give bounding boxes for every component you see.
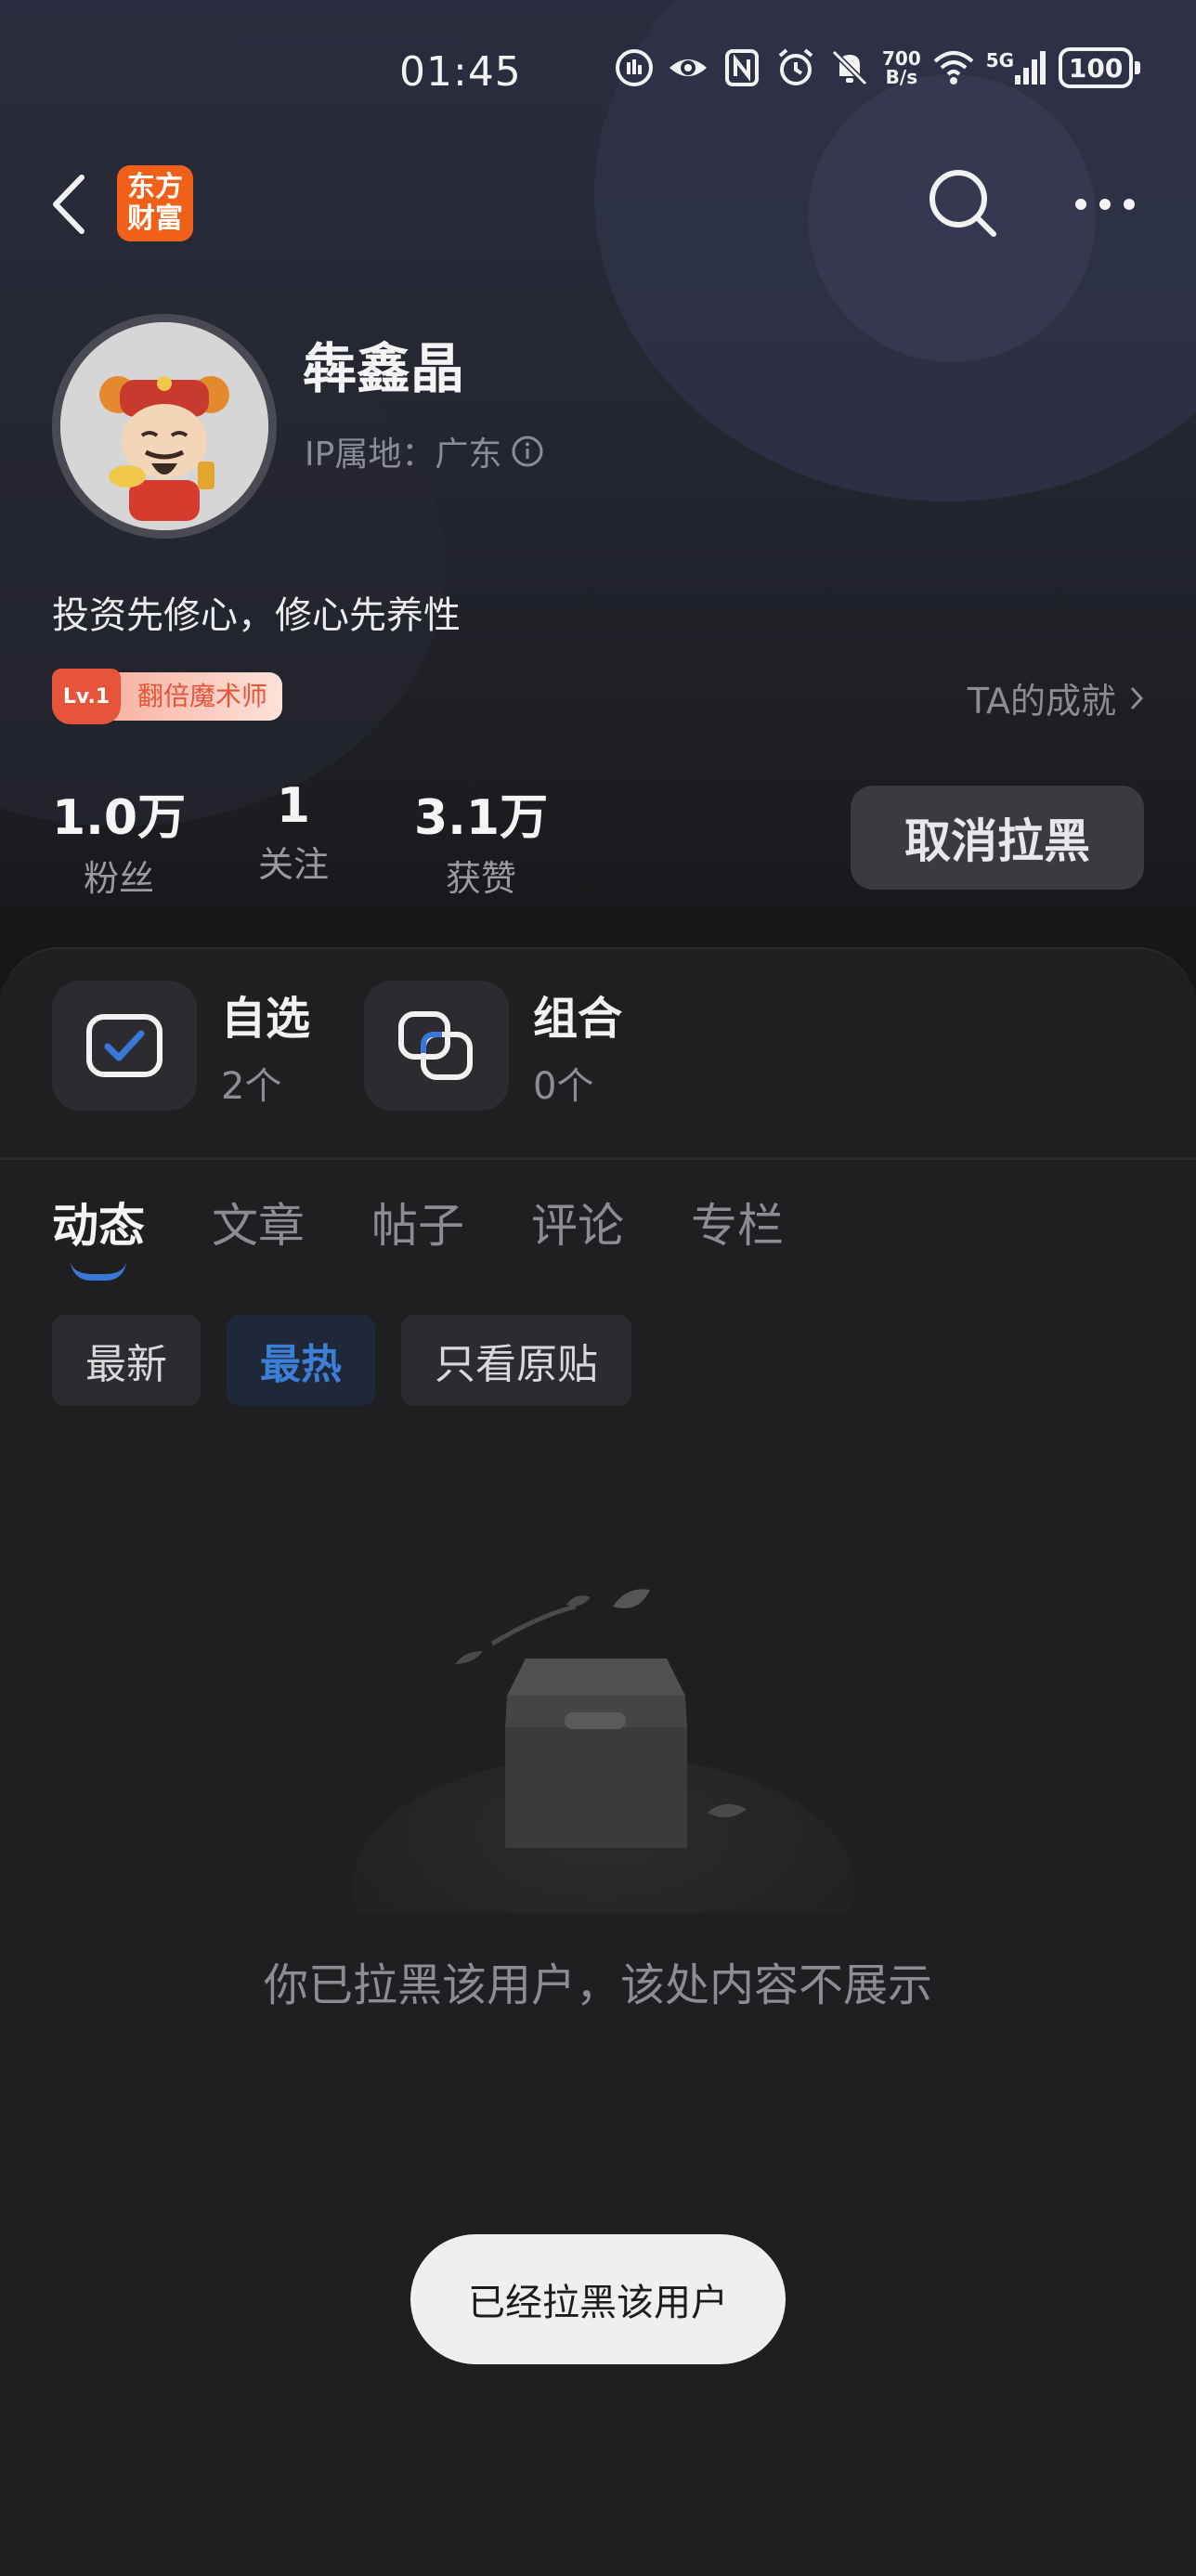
chevron-right-icon — [1130, 686, 1144, 709]
followers-label: 粉丝 — [84, 858, 155, 899]
stat-following[interactable]: 1 关注 — [258, 778, 329, 887]
blocked-empty-message: 你已拉黑该用户，该处内容不展示 — [263, 1959, 932, 2011]
username: 犇鑫晶 — [303, 337, 465, 400]
tab-posts-label: 帖子 — [371, 1199, 464, 1253]
overlap-squares-icon — [398, 1011, 473, 1080]
likes-label: 获赞 — [446, 858, 517, 899]
watchlist-title: 自选 — [221, 993, 311, 1045]
following-count: 1 — [276, 778, 311, 834]
portfolio-count: 0个 — [533, 1065, 594, 1108]
badge-title: 翻倍魔术师 — [106, 672, 283, 721]
achievements-link[interactable]: TA的成就 — [968, 672, 1144, 723]
tab-posts[interactable]: 帖子 — [371, 1189, 464, 1255]
app-logo[interactable]: 东方 财富 — [117, 165, 193, 241]
avatar[interactable] — [52, 314, 277, 539]
tab-comments-label: 评论 — [531, 1199, 624, 1253]
alarm-icon — [778, 48, 813, 85]
badge-level: Lv.1 — [52, 669, 121, 724]
likes-count: 3.1万 — [414, 790, 549, 846]
toast-message: 已经拉黑该用户 — [410, 2234, 786, 2364]
tab-columns-label: 专栏 — [691, 1199, 784, 1253]
status-bar: 01:45 700 B/s 5G 100 — [0, 37, 1196, 111]
filter-original-only[interactable]: 只看原贴 — [401, 1315, 631, 1406]
status-icons: 700 B/s 5G 100 — [613, 46, 1141, 89]
filter-chips: 最新 最热 只看原贴 — [52, 1315, 631, 1406]
tab-columns[interactable]: 专栏 — [691, 1189, 784, 1255]
unblock-button[interactable]: 取消拉黑 — [851, 786, 1144, 890]
checkbox-check-icon — [86, 1014, 162, 1077]
network-speed: 700 B/s — [882, 49, 921, 86]
battery-indicator: 100 — [1059, 47, 1141, 88]
tab-articles-label: 文章 — [212, 1199, 305, 1253]
portfolio-title: 组合 — [533, 993, 623, 1045]
battery-level: 100 — [1059, 47, 1134, 88]
watchlist-icon-tile — [52, 981, 197, 1111]
filter-hottest[interactable]: 最热 — [227, 1315, 375, 1406]
data-saver-icon — [616, 49, 653, 86]
portfolio-entry[interactable]: 组合 0个 — [364, 981, 622, 1111]
tab-articles[interactable]: 文章 — [212, 1189, 305, 1255]
search-icon[interactable] — [925, 165, 999, 240]
ip-location-text: IP属地：广东 — [305, 436, 502, 474]
info-icon[interactable] — [511, 435, 544, 468]
battery-tip — [1135, 61, 1141, 74]
stat-followers[interactable]: 1.0万 粉丝 — [52, 778, 186, 901]
avatar-image — [60, 322, 268, 530]
eye-icon — [670, 59, 707, 76]
ip-location: IP属地：广东 — [305, 427, 544, 475]
following-label: 关注 — [258, 844, 330, 885]
network-type: 5G — [985, 49, 1015, 72]
level-badge[interactable]: Lv.1 翻倍魔术师 — [52, 669, 283, 724]
achievements-label: TA的成就 — [967, 681, 1116, 722]
status-time: 01:45 — [399, 48, 522, 96]
watchlist-entry[interactable]: 自选 2个 — [52, 981, 310, 1111]
wifi-icon — [933, 51, 974, 85]
stat-likes[interactable]: 3.1万 获赞 — [414, 778, 548, 901]
tab-dynamics-label: 动态 — [52, 1199, 145, 1253]
more-options-icon[interactable] — [1068, 186, 1142, 223]
tab-dynamics[interactable]: 动态 — [52, 1189, 145, 1281]
app-logo-line1: 东方 — [127, 171, 183, 203]
nfc-icon — [725, 49, 759, 86]
user-bio: 投资先修心，修心先养性 — [52, 594, 461, 637]
filter-latest[interactable]: 最新 — [52, 1315, 201, 1406]
section-divider — [0, 1157, 1196, 1160]
tab-comments[interactable]: 评论 — [531, 1189, 624, 1255]
network-speed-unit: B/s — [885, 66, 918, 88]
content-tabs: 动态 文章 帖子 评论 专栏 — [52, 1189, 851, 1281]
app-logo-line2: 财富 — [127, 202, 183, 235]
followers-count: 1.0万 — [52, 790, 187, 846]
mute-bell-icon — [831, 49, 868, 86]
empty-box-illustration — [353, 1589, 854, 1913]
network-speed-value: 700 — [882, 47, 921, 70]
cell-signal: 5G — [986, 49, 1047, 86]
back-arrow-icon[interactable] — [46, 172, 93, 237]
watchlist-count: 2个 — [221, 1065, 282, 1108]
portfolio-icon-tile — [364, 981, 509, 1111]
signal-bars-icon — [1015, 51, 1046, 85]
